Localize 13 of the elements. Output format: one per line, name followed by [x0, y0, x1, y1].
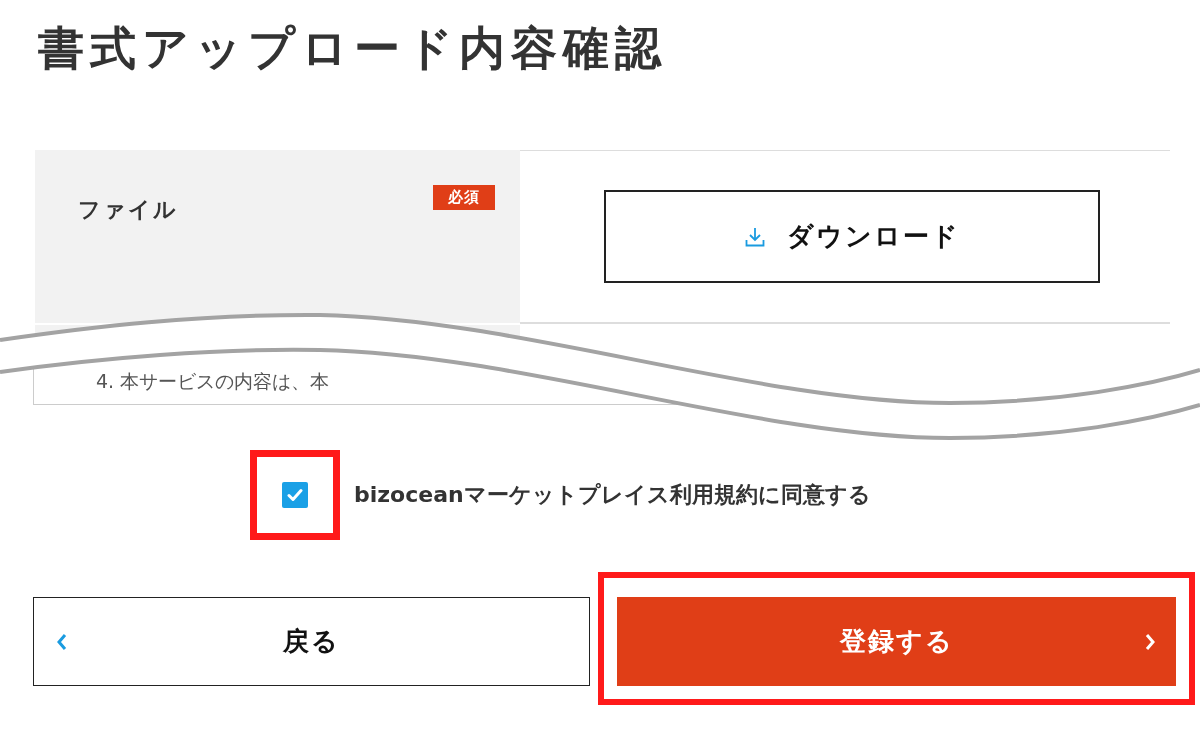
download-icon — [744, 226, 765, 247]
required-badge: 必須 — [433, 185, 495, 210]
register-button[interactable]: 登録する — [617, 597, 1176, 686]
checkbox-label: bizoceanマーケットプレイス利用規約に同意する — [354, 481, 871, 509]
chevron-left-icon — [56, 632, 67, 651]
field-label: ファイル — [78, 196, 178, 224]
terms-text: 4. 本サービスの内容は、本 — [96, 369, 330, 394]
page-title: 書式アップロード内容確認 — [38, 20, 667, 77]
checkmark-icon — [287, 488, 303, 502]
checkbox[interactable] — [282, 482, 308, 508]
back-button[interactable]: 戻る — [33, 597, 590, 686]
download-button[interactable]: ダウンロード — [604, 190, 1100, 283]
chevron-right-icon — [1145, 632, 1156, 651]
